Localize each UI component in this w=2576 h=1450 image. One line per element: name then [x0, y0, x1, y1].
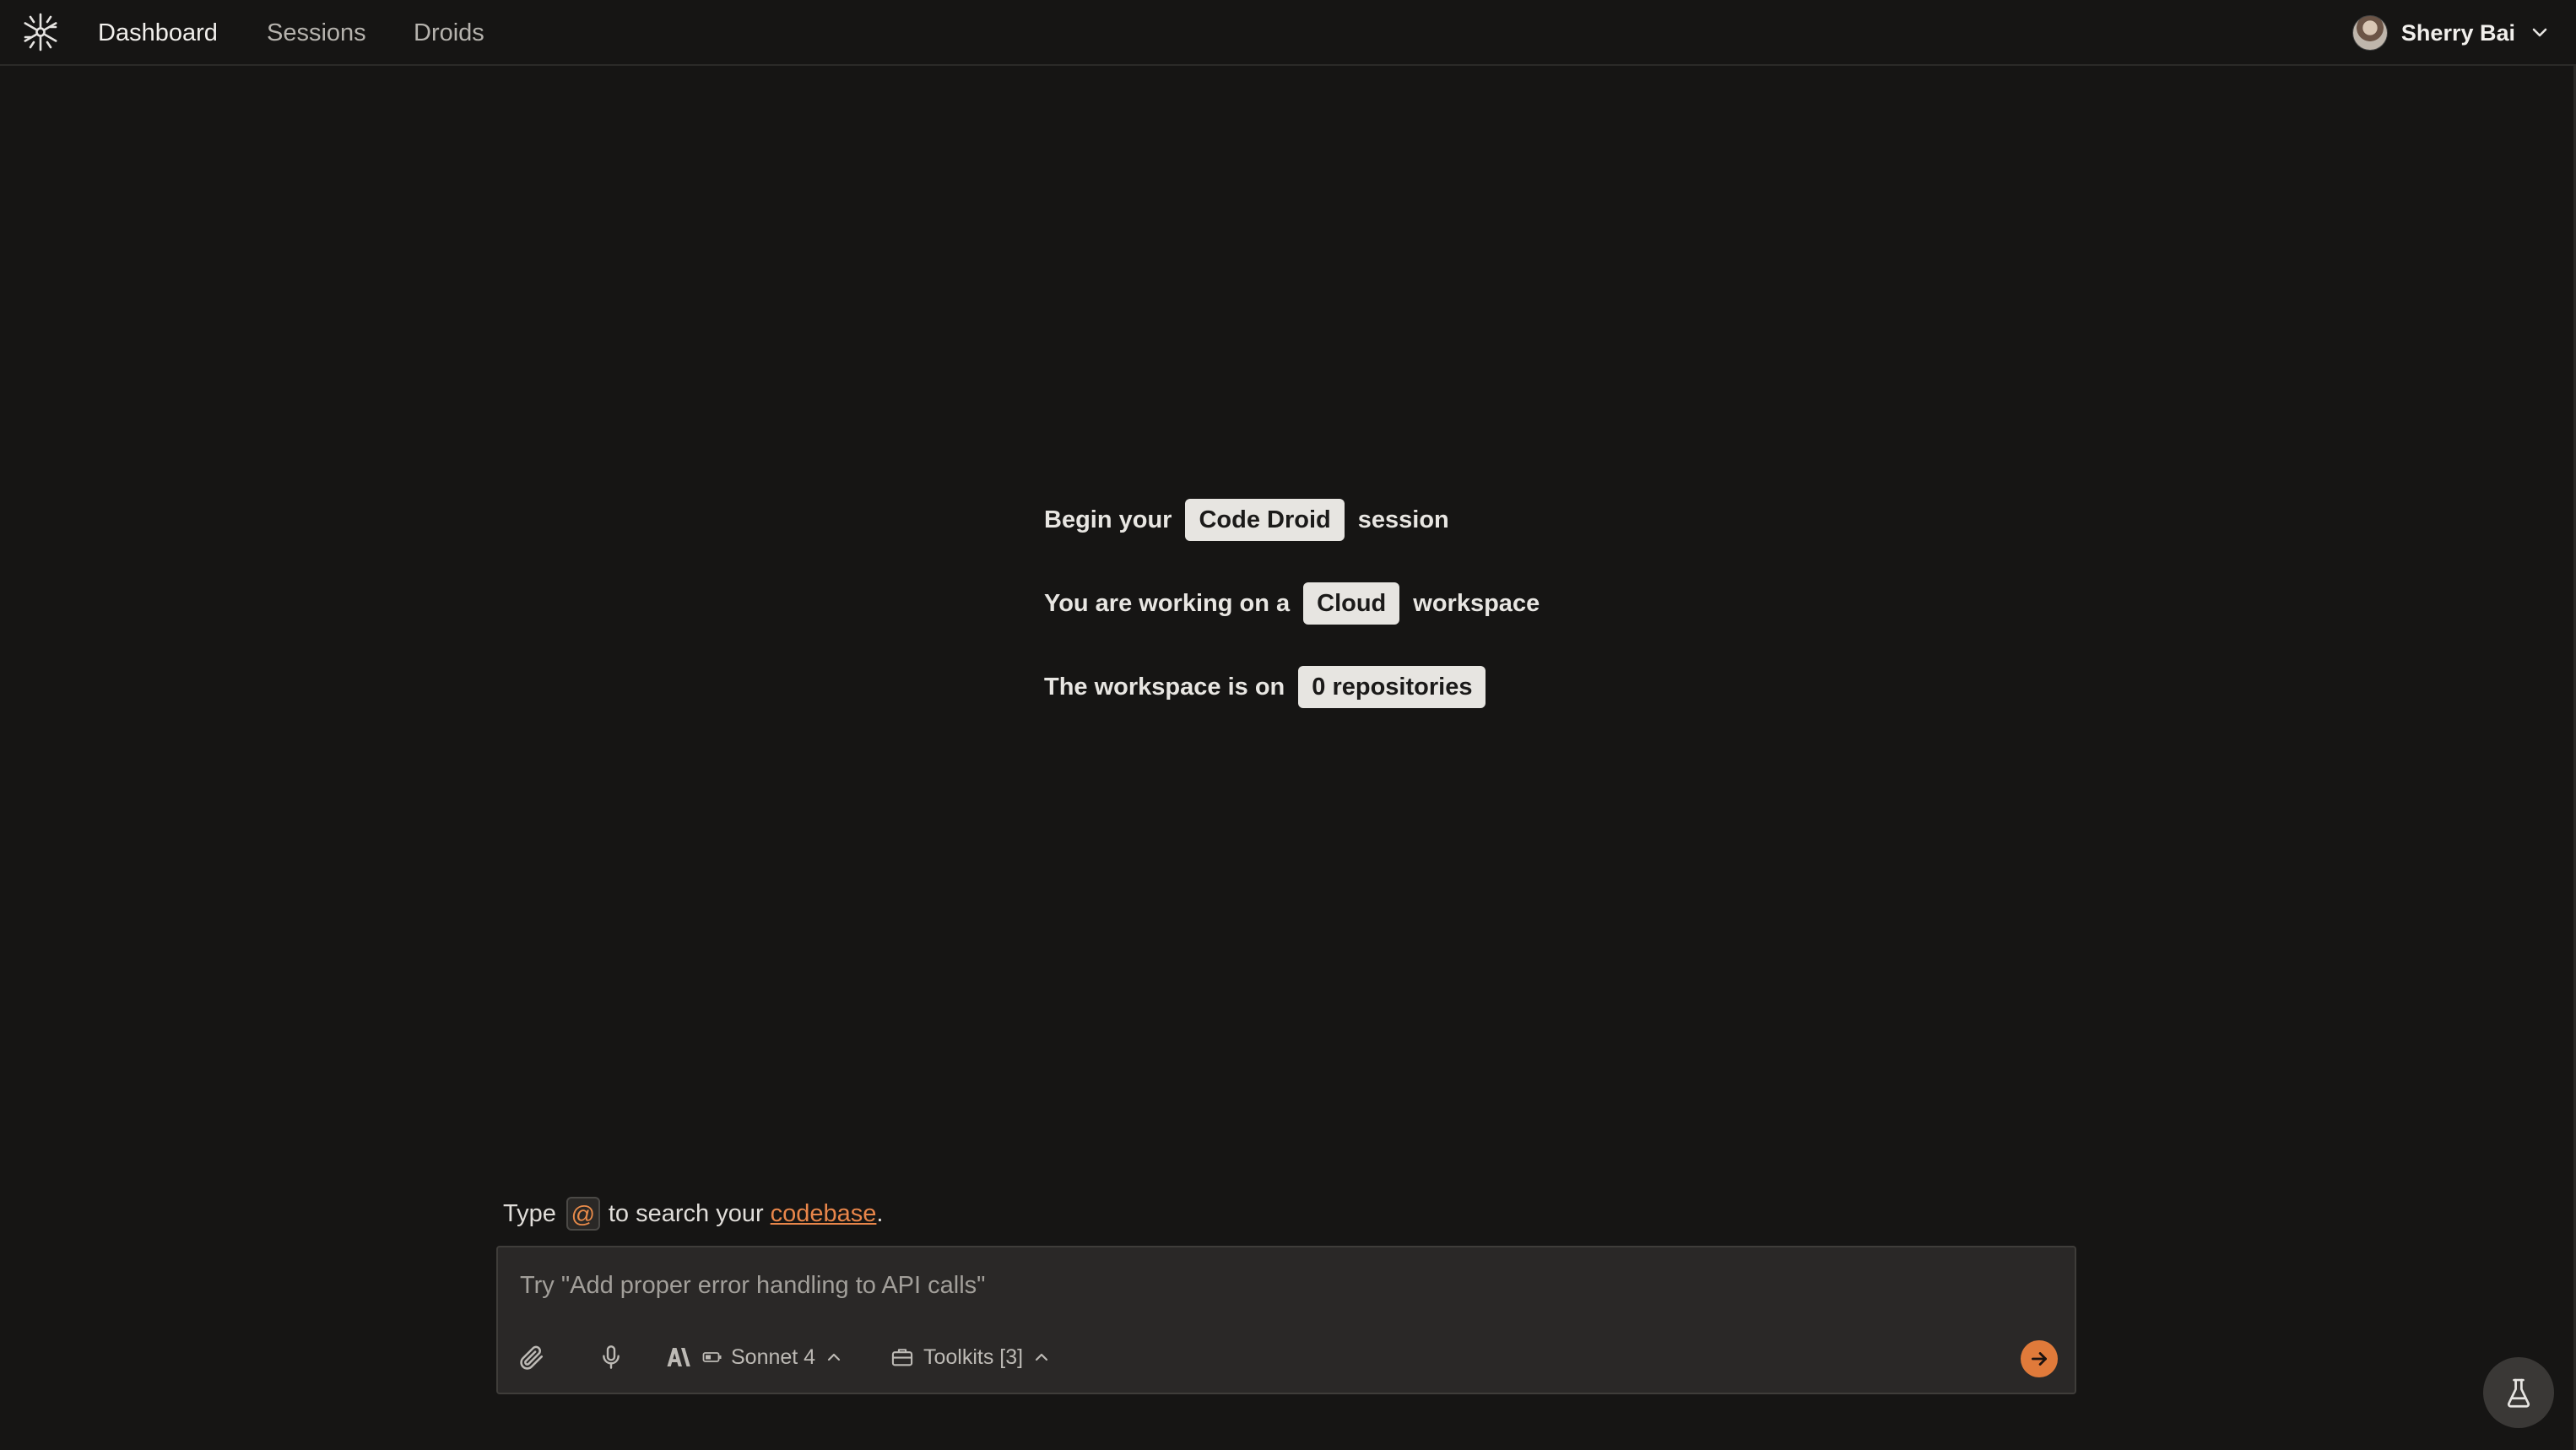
nav-item-droids[interactable]: Droids — [414, 17, 484, 49]
session-info: Begin your Code Droid session You are wo… — [1044, 498, 1540, 749]
arrow-right-icon — [2028, 1348, 2050, 1370]
labs-button[interactable] — [2483, 1357, 2554, 1428]
nav-item-sessions[interactable]: Sessions — [267, 17, 366, 49]
workspace-type-line: You are working on a Cloud workspace — [1044, 582, 1540, 625]
workspace-type-pill[interactable]: Cloud — [1303, 582, 1400, 625]
paperclip-icon — [517, 1343, 545, 1372]
model-label: Sonnet 4 — [731, 1344, 816, 1369]
anthropic-icon — [667, 1346, 694, 1368]
avatar — [2351, 15, 2388, 51]
prompt-input[interactable] — [518, 1266, 2041, 1305]
hint-middle: to search your — [608, 1199, 764, 1227]
user-name: Sherry Bai — [2400, 19, 2515, 46]
chevron-down-icon — [2529, 22, 2551, 44]
top-navigation-bar: Dashboard Sessions Droids Sherry Bai — [0, 0, 2576, 66]
at-key-badge: @ — [566, 1197, 600, 1231]
prompt-composer: Sonnet 4 Toolkits [3] — [496, 1246, 2076, 1394]
send-button[interactable] — [2021, 1340, 2058, 1377]
asterisk-logo-icon[interactable] — [20, 12, 61, 52]
repositories-pill[interactable]: 0 repositories — [1298, 666, 1486, 708]
repositories-line: The workspace is on 0 repositories — [1044, 665, 1540, 709]
session-line-suffix: session — [1357, 506, 1449, 533]
toolkits-label: Toolkits [3] — [923, 1344, 1024, 1369]
chevron-up-icon — [824, 1347, 844, 1367]
user-menu[interactable]: Sherry Bai — [2351, 14, 2551, 51]
workspace-line-prefix: You are working on a — [1044, 589, 1291, 617]
microphone-icon — [598, 1343, 625, 1372]
session-line-prefix: Begin your — [1044, 506, 1172, 533]
hint-prefix: Type — [503, 1199, 556, 1227]
nav-item-dashboard[interactable]: Dashboard — [98, 17, 218, 49]
workspace-line-suffix: workspace — [1413, 589, 1540, 617]
codebase-link[interactable]: codebase — [771, 1200, 877, 1228]
voice-input-button[interactable] — [598, 1340, 625, 1374]
droid-type-pill[interactable]: Code Droid — [1185, 499, 1345, 541]
session-type-line: Begin your Code Droid session — [1044, 498, 1540, 542]
briefcase-icon — [890, 1345, 915, 1369]
app-window: Dashboard Sessions Droids Sherry Bai Beg… — [0, 0, 2576, 1450]
search-hint: Type @ to search your codebase . — [503, 1197, 883, 1231]
chevron-up-icon — [1031, 1347, 1052, 1367]
toolkits-selector[interactable]: Toolkits [3] — [890, 1340, 1052, 1374]
battery-icon — [702, 1350, 722, 1364]
attach-button[interactable] — [517, 1340, 545, 1374]
repositories-line-prefix: The workspace is on — [1044, 673, 1285, 701]
hint-suffix: . — [876, 1199, 884, 1227]
flask-icon — [2504, 1377, 2533, 1409]
model-selector[interactable]: Sonnet 4 — [667, 1340, 844, 1374]
